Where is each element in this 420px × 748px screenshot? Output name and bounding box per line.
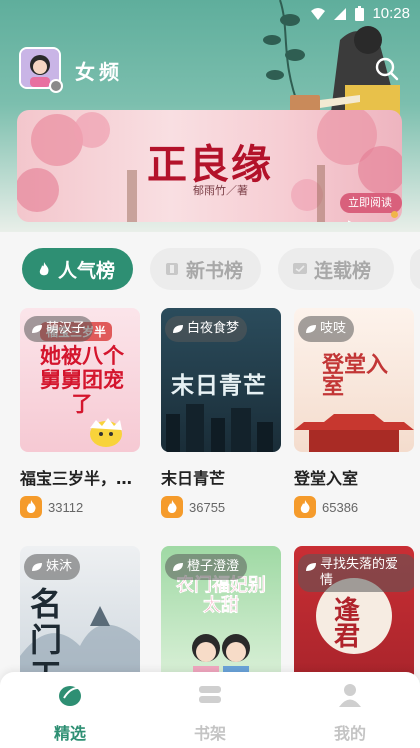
book-title: 登堂入室 [294, 469, 359, 488]
cover-title-art: 登堂入室 [322, 352, 389, 400]
search-icon[interactable] [375, 57, 399, 81]
nav-label: 精选 [53, 724, 86, 743]
book-cover: 逢君 寻找失落的爱情 [294, 546, 414, 690]
status-bar: 10:28 [0, 0, 420, 30]
book-popularity: 65386 [294, 496, 418, 518]
battery-icon [355, 6, 365, 21]
author-tag: 白夜食梦 [165, 316, 248, 342]
book-title: 末日青芒 [161, 469, 226, 488]
banner-page-indicator [391, 211, 398, 218]
featured-leaf-icon [59, 686, 81, 706]
nav-bookshelf[interactable]: 书架 [170, 682, 250, 744]
leaf-icon [173, 563, 183, 571]
nav-featured[interactable]: 精选 [30, 682, 110, 744]
tab-serial[interactable]: 连载榜 [278, 248, 394, 290]
city-ruins-illustration [166, 404, 273, 452]
flame-icon [39, 262, 49, 276]
author-tag: 寻找失落的爱情 [298, 554, 414, 592]
tab-popular[interactable]: 人气榜 [22, 248, 133, 290]
palace-illustration [294, 414, 414, 452]
avatar-settings-badge [49, 79, 63, 93]
leaf-icon [32, 325, 42, 333]
bottom-navigation: 精选 书架 我的 [0, 672, 420, 748]
read-now-button[interactable]: 立即阅读 ▸ [340, 193, 402, 222]
ranking-tabs: 人气榜 新书榜 连载榜 [22, 248, 420, 290]
channel-title[interactable]: 女频 [75, 56, 123, 85]
cover-title-art: 她被八个舅舅团宠了 [40, 343, 124, 416]
author-name: 吱吱 [320, 321, 347, 336]
promo-banner[interactable]: 正良缘 郁雨竹／著 立即阅读 ▸ [17, 110, 402, 222]
author-name: 橙子澄澄 [187, 559, 240, 574]
author-name: 萌汉子 [46, 321, 86, 336]
nav-label: 我的 [333, 724, 366, 743]
cover-title-art: 农门福妃别太甜 [176, 575, 267, 616]
leaf-icon [173, 325, 183, 333]
popularity-count: 36755 [189, 499, 226, 515]
author-tag: 橙子澄澄 [165, 554, 248, 580]
book-card[interactable]: 名门天机 妹沐 [20, 546, 144, 690]
flame-icon [20, 496, 42, 518]
signal-icon [334, 7, 347, 20]
user-icon [339, 684, 361, 707]
leaf-icon [306, 325, 316, 333]
cover-title-art: 末日青芒 [171, 372, 267, 399]
book-cover: 末日青芒 白夜食梦 [161, 308, 281, 452]
book-popularity: 33112 [20, 496, 144, 518]
leaf-icon [32, 563, 42, 571]
book-card[interactable]: 她被八个舅舅团宠了 福宝三岁半 萌汉子 福宝三岁半，… 33112 [20, 308, 144, 518]
top-bar: 女频 [19, 47, 409, 93]
author-name: 妹沐 [46, 559, 73, 574]
popularity-count: 65386 [322, 499, 359, 515]
book-popularity: 36755 [161, 496, 285, 518]
author-name: 寻找失落的爱情 [320, 557, 399, 588]
book-icon [166, 263, 178, 275]
book-cover: 她被八个舅舅团宠了 福宝三岁半 萌汉子 [20, 308, 140, 452]
tab-more[interactable] [410, 248, 420, 290]
book-title: 福宝三岁半，… [20, 469, 133, 488]
book-cover: 名门天机 妹沐 [20, 546, 140, 690]
book-card[interactable]: 登堂入室 吱吱 登堂入室 65386 [294, 308, 418, 518]
flame-icon [294, 496, 316, 518]
chick-illustration [90, 418, 122, 447]
bookshelf-icon [199, 686, 221, 703]
leaf-icon [306, 563, 316, 571]
author-tag: 妹沐 [24, 554, 81, 580]
popularity-count: 33112 [48, 499, 84, 515]
tab-label: 人气榜 [58, 259, 116, 282]
book-card[interactable]: 末日青芒 白夜食梦 末日青芒 36755 [161, 308, 285, 518]
book-card[interactable]: 农门福妃别太甜 橙子澄澄 [161, 546, 285, 690]
author-tag: 萌汉子 [24, 316, 94, 342]
author-name: 白夜食梦 [187, 321, 240, 336]
serial-icon [293, 263, 307, 274]
book-cover: 登堂入室 吱吱 [294, 308, 414, 452]
banner-author: 郁雨竹／著 [193, 184, 248, 197]
flame-icon [161, 496, 183, 518]
tab-label: 新书榜 [186, 259, 244, 282]
book-card[interactable]: 逢君 寻找失落的爱情 [294, 546, 418, 690]
status-time: 10:28 [372, 5, 410, 22]
cover-title-art: 逢君 [334, 596, 361, 652]
nav-profile[interactable]: 我的 [310, 682, 390, 744]
author-tag: 吱吱 [298, 316, 355, 342]
wifi-icon [311, 7, 326, 20]
tab-new-books[interactable]: 新书榜 [150, 248, 261, 290]
tab-label: 连载榜 [314, 259, 372, 282]
book-cover: 农门福妃别太甜 橙子澄澄 [161, 546, 281, 690]
nav-label: 书架 [193, 724, 226, 743]
